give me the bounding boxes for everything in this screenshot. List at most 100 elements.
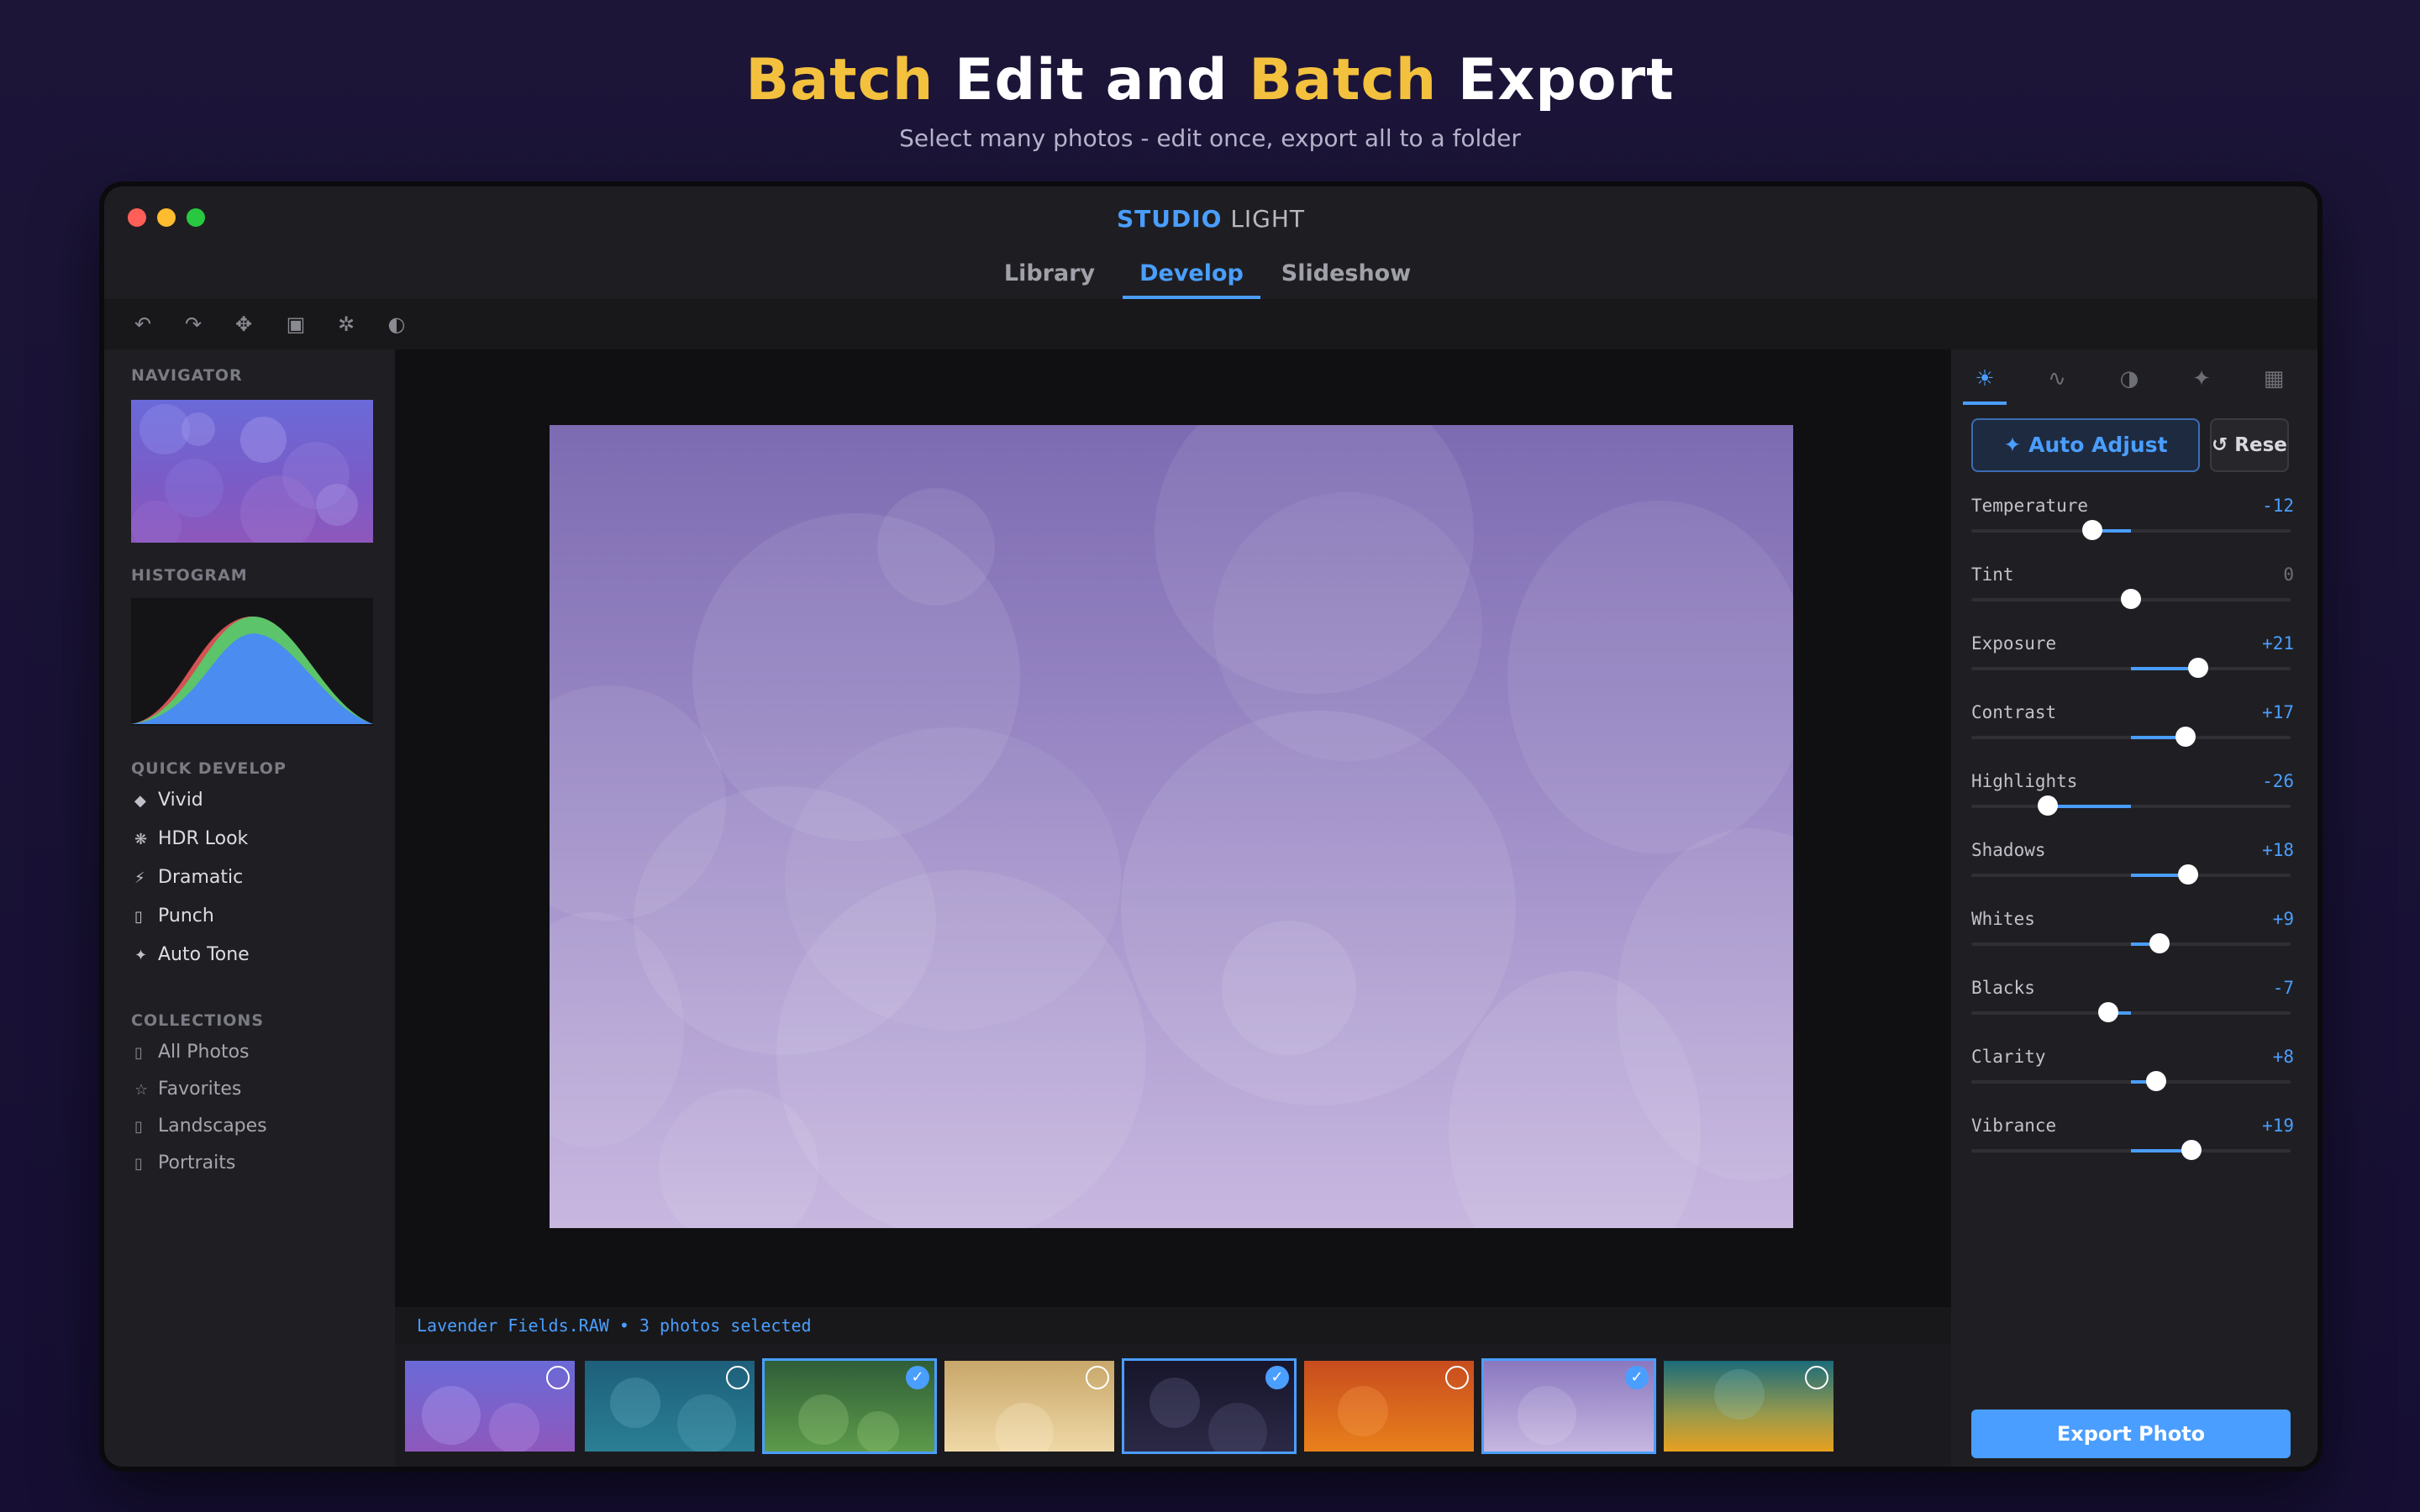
- select-checkbox[interactable]: ✓: [1625, 1366, 1649, 1389]
- filmstrip-thumb-5[interactable]: ✓: [1124, 1361, 1294, 1452]
- select-checkbox[interactable]: [1445, 1366, 1469, 1389]
- filmstrip-thumb-7[interactable]: ✓: [1484, 1361, 1654, 1452]
- filmstrip-thumb-1[interactable]: [405, 1361, 575, 1452]
- select-checkbox[interactable]: [546, 1366, 570, 1389]
- select-checkbox[interactable]: ✓: [906, 1366, 929, 1389]
- quick-develop-dramatic[interactable]: ⚡ Dramatic: [134, 867, 243, 888]
- filmstrip-thumb-3[interactable]: ✓: [765, 1361, 934, 1452]
- brush-icon[interactable]: ✲: [333, 311, 360, 338]
- slider-shadows[interactable]: [1971, 864, 2291, 885]
- title-bar: STUDIO LIGHT: [104, 186, 2317, 249]
- slider-knob[interactable]: [2038, 795, 2059, 816]
- slider-value-vibrance: +19: [2262, 1116, 2294, 1136]
- collection-favorites[interactable]: ☆ Favorites: [134, 1079, 241, 1100]
- slider-whites[interactable]: [1971, 933, 2291, 953]
- module-tabs: Library Develop Slideshow: [104, 249, 2317, 299]
- lightning-icon: ⚡: [134, 869, 145, 887]
- slider-label-highlights: Highlights: [1971, 771, 2078, 791]
- contrast-icon[interactable]: ◐: [383, 311, 410, 338]
- slider-label-whites: Whites: [1971, 909, 2035, 929]
- slider-knob[interactable]: [2098, 1002, 2119, 1022]
- heading-word-export: Export: [1437, 47, 1675, 113]
- slider-contrast[interactable]: [1971, 727, 2291, 747]
- slider-knob[interactable]: [2121, 589, 2141, 609]
- slider-knob[interactable]: [2146, 1071, 2167, 1091]
- slider-knob[interactable]: [2178, 864, 2199, 885]
- slider-label-clarity: Clarity: [1971, 1047, 2046, 1067]
- punch-icon: ▯: [134, 908, 143, 926]
- slider-label-blacks: Blacks: [1971, 978, 2035, 998]
- slider-value-clarity: +8: [2272, 1047, 2294, 1067]
- select-checkbox[interactable]: [1086, 1366, 1109, 1389]
- slider-vibrance[interactable]: [1971, 1140, 2291, 1160]
- slider-exposure[interactable]: [1971, 658, 2291, 678]
- slider-tint[interactable]: [1971, 589, 2291, 609]
- collection-all-photos[interactable]: ▯ All Photos: [134, 1042, 250, 1063]
- collection-label-portraits: Portraits: [158, 1152, 236, 1173]
- tab-curve-icon[interactable]: ∿: [2035, 358, 2079, 405]
- move-icon[interactable]: ✥: [230, 311, 257, 338]
- slider-blacks[interactable]: [1971, 1002, 2291, 1022]
- select-checkbox[interactable]: [1805, 1366, 1828, 1389]
- filmstrip-thumb-4[interactable]: [944, 1361, 1114, 1452]
- collection-portraits[interactable]: ▯ Portraits: [134, 1152, 235, 1173]
- tab-develop[interactable]: Develop: [1123, 257, 1260, 299]
- main-photo[interactable]: [550, 425, 1793, 1228]
- collections-label: COLLECTIONS: [131, 1011, 264, 1030]
- slider-label-tint: Tint: [1971, 564, 2014, 585]
- tab-detail-icon[interactable]: ▦: [2252, 358, 2296, 405]
- quick-develop-label-punch: Punch: [158, 906, 214, 927]
- filmstrip-thumb-8[interactable]: [1664, 1361, 1833, 1452]
- slider-value-temperature: -12: [2262, 496, 2294, 516]
- slider-knob[interactable]: [2181, 1140, 2202, 1160]
- export-photo-button[interactable]: Export Photo: [1971, 1410, 2291, 1458]
- heading-word-batch-1: Batch: [745, 47, 934, 113]
- slider-label-exposure: Exposure: [1971, 633, 2057, 654]
- left-panel: NAVIGATOR HISTOGRAM QUICK DEVELOP ◆ Vivid…: [104, 349, 395, 1467]
- auto-adjust-button[interactable]: ✦ Auto Adjust: [1971, 418, 2200, 472]
- redo-icon[interactable]: ↷: [180, 311, 207, 338]
- quick-develop-auto-tone[interactable]: ✦ Auto Tone: [134, 944, 250, 965]
- tab-light-icon[interactable]: ☀: [1963, 358, 2007, 405]
- slider-knob[interactable]: [2149, 933, 2170, 953]
- folder-icon: ▯: [134, 1118, 143, 1136]
- tab-library[interactable]: Library: [978, 257, 1121, 299]
- filmstrip-thumb-6[interactable]: [1304, 1361, 1474, 1452]
- select-checkbox[interactable]: ✓: [1265, 1366, 1289, 1389]
- slider-knob[interactable]: [2175, 727, 2196, 747]
- undo-icon[interactable]: ↶: [129, 311, 156, 338]
- folder-icon: ▯: [134, 1044, 143, 1062]
- star-icon: ☆: [134, 1081, 149, 1099]
- slider-knob[interactable]: [2187, 658, 2208, 678]
- sparkle-icon: ✦: [134, 947, 148, 964]
- quick-develop-vivid[interactable]: ◆ Vivid: [134, 790, 203, 811]
- collection-landscapes[interactable]: ▯ Landscapes: [134, 1116, 267, 1137]
- slider-clarity[interactable]: [1971, 1071, 2291, 1091]
- quick-develop-hdr[interactable]: ❋ HDR Look: [134, 828, 248, 849]
- slider-label-vibrance: Vibrance: [1971, 1116, 2057, 1136]
- slider-value-blacks: -7: [2272, 978, 2294, 998]
- reset-button[interactable]: ↺ Reset: [2210, 418, 2289, 472]
- slider-highlights[interactable]: [1971, 795, 2291, 816]
- select-checkbox[interactable]: [726, 1366, 750, 1389]
- quick-develop-label: QUICK DEVELOP: [131, 759, 287, 778]
- tab-effects-icon[interactable]: ✦: [2180, 358, 2223, 405]
- quick-develop-punch[interactable]: ▯ Punch: [134, 906, 214, 927]
- filmstrip-thumb-2[interactable]: [585, 1361, 755, 1452]
- slider-value-exposure: +21: [2262, 633, 2294, 654]
- slider-temperature[interactable]: [1971, 520, 2291, 540]
- slider-fill: [2048, 805, 2131, 808]
- toolbar: ↶ ↷ ✥ ▣ ✲ ◐: [104, 299, 2317, 349]
- page-subtitle: Select many photos - edit once, export a…: [899, 124, 1521, 152]
- slider-label-temperature: Temperature: [1971, 496, 2089, 516]
- navigator-label: NAVIGATOR: [131, 366, 243, 385]
- tab-slideshow[interactable]: Slideshow: [1262, 257, 1430, 299]
- crop-icon[interactable]: ▣: [282, 311, 309, 338]
- slider-knob[interactable]: [2082, 520, 2103, 540]
- slider-value-contrast: +17: [2262, 702, 2294, 722]
- quick-develop-label-vivid: Vivid: [158, 790, 203, 811]
- tab-color-icon[interactable]: ◑: [2107, 358, 2151, 405]
- navigator-preview[interactable]: [131, 400, 373, 543]
- photo-canvas: [395, 349, 1951, 1307]
- slider-value-shadows: +18: [2262, 840, 2294, 860]
